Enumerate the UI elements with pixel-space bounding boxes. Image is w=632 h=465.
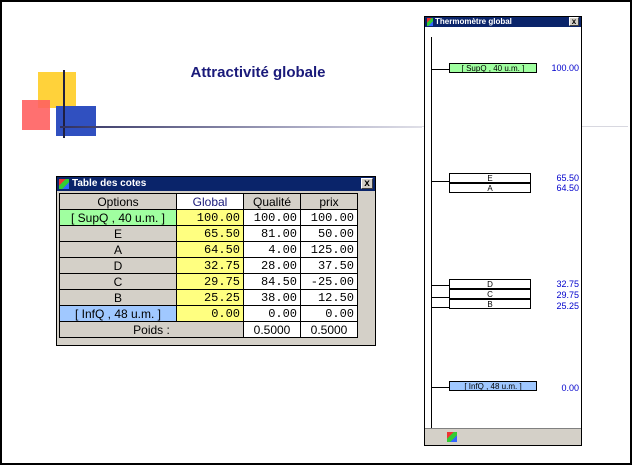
tick-b (431, 307, 449, 308)
cotes-table: Options Global Qualité prix [ SupQ , 40 … (59, 193, 358, 338)
table-window-title: Table des cotes (72, 178, 147, 189)
deco-red-square (22, 100, 50, 130)
option-name[interactable]: [ SupQ , 40 u.m. ] (59, 209, 177, 226)
qualite-cell[interactable]: 100.00 (243, 209, 301, 226)
global-cell[interactable]: 0.00 (176, 305, 244, 322)
qualite-cell[interactable]: 38.00 (243, 289, 301, 306)
thermo-label-sup[interactable]: [ SupQ , 40 u.m. ] (449, 63, 537, 73)
global-cell[interactable]: 32.75 (176, 257, 244, 274)
column-header[interactable]: Global (176, 193, 244, 210)
thermo-label-e[interactable]: E (449, 173, 531, 183)
app-icon (59, 179, 69, 189)
thermometer-statusbar (425, 428, 581, 445)
qualite-cell[interactable]: 81.00 (243, 225, 301, 242)
poids-row: Poids : 0.5000 0.5000 (59, 321, 358, 338)
thermo-value-a: 64.50 (556, 183, 579, 193)
thermo-value-inf: 0.00 (561, 383, 579, 393)
prix-cell[interactable]: 125.00 (300, 241, 358, 258)
option-name[interactable]: E (59, 225, 177, 242)
app-icon (427, 18, 433, 26)
thermo-value-e: 65.50 (556, 173, 579, 183)
prix-cell[interactable]: 37.50 (300, 257, 358, 274)
qualite-cell[interactable]: 4.00 (243, 241, 301, 258)
table-window: Table des cotes x Options Global Qualité… (56, 176, 376, 346)
tick-sup (431, 69, 449, 70)
thermo-value-sup: 100.00 (551, 63, 579, 73)
global-cell[interactable]: 25.25 (176, 289, 244, 306)
option-name[interactable]: A (59, 241, 177, 258)
table-row[interactable]: A 64.50 4.00 125.00 (59, 241, 358, 258)
close-button[interactable]: x (361, 178, 373, 189)
thermometer-axis (431, 37, 432, 429)
thermo-value-c: 29.75 (556, 290, 579, 300)
thermo-label-b[interactable]: B (449, 299, 531, 309)
table-row[interactable]: [ SupQ , 40 u.m. ] 100.00 100.00 100.00 (59, 209, 358, 226)
tick-e (431, 181, 449, 182)
qualite-cell[interactable]: 28.00 (243, 257, 301, 274)
option-name[interactable]: [ InfQ , 48 u.m. ] (59, 305, 177, 322)
prix-cell[interactable]: -25.00 (300, 273, 358, 290)
option-name[interactable]: B (59, 289, 177, 306)
option-name[interactable]: D (59, 257, 177, 274)
tick-c (431, 297, 449, 298)
table-row[interactable]: D 32.75 28.00 37.50 (59, 257, 358, 274)
poids-prix-cell[interactable]: 0.5000 (300, 321, 358, 338)
close-button[interactable]: x (569, 17, 579, 26)
thermo-value-d: 32.75 (556, 279, 579, 289)
tick-d (431, 285, 449, 286)
thermo-label-d[interactable]: D (449, 279, 531, 289)
table-row[interactable]: E 65.50 81.00 50.00 (59, 225, 358, 242)
global-cell[interactable]: 29.75 (176, 273, 244, 290)
poids-label: Poids : (59, 321, 244, 338)
table-row[interactable]: B 25.25 38.00 12.50 (59, 289, 358, 306)
tick-inf (431, 387, 449, 388)
qualite-cell[interactable]: 0.00 (243, 305, 301, 322)
column-header[interactable]: prix (300, 193, 358, 210)
table-row[interactable]: [ InfQ , 48 u.m. ] 0.00 0.00 0.00 (59, 305, 358, 322)
table-row[interactable]: C 29.75 84.50 -25.00 (59, 273, 358, 290)
prix-cell[interactable]: 0.00 (300, 305, 358, 322)
qualite-cell[interactable]: 84.50 (243, 273, 301, 290)
global-cell[interactable]: 64.50 (176, 241, 244, 258)
prix-cell[interactable]: 12.50 (300, 289, 358, 306)
page-title: Attractivité globale (190, 64, 326, 81)
app-icon[interactable] (447, 432, 457, 442)
deco-blue-square (56, 106, 96, 136)
global-cell[interactable]: 100.00 (176, 209, 244, 226)
thermometer-window-titlebar[interactable]: Thermomètre global x (425, 17, 581, 27)
table-header-row: Options Global Qualité prix (59, 193, 358, 210)
table-window-titlebar[interactable]: Table des cotes x (57, 177, 375, 191)
column-header[interactable]: Qualité (243, 193, 301, 210)
thermo-value-b: 25.25 (556, 301, 579, 311)
global-cell[interactable]: 65.50 (176, 225, 244, 242)
column-header[interactable]: Options (59, 193, 177, 210)
deco-horizontal-line (60, 126, 422, 128)
prix-cell[interactable]: 100.00 (300, 209, 358, 226)
poids-qualite-cell[interactable]: 0.5000 (243, 321, 301, 338)
option-name[interactable]: C (59, 273, 177, 290)
prix-cell[interactable]: 50.00 (300, 225, 358, 242)
thermo-label-a[interactable]: A (449, 183, 531, 193)
thermo-label-c[interactable]: C (449, 289, 531, 299)
thermo-label-inf[interactable]: [ InfQ , 48 u.m. ] (449, 381, 537, 391)
thermometer-window: Thermomètre global x [ SupQ , 40 u.m. ] … (424, 16, 582, 446)
thermometer-window-title: Thermomètre global (435, 17, 512, 26)
